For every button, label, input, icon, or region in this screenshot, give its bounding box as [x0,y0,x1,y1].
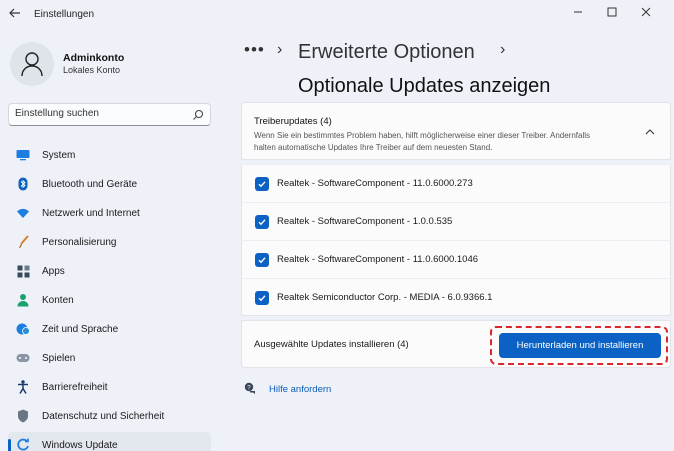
chevron-right-icon: › [277,41,283,58]
minimize-button[interactable] [566,4,590,24]
breadcrumb-link-advanced-options[interactable]: Erweiterte Optionen [298,41,475,64]
breadcrumb-overflow-button[interactable]: ••• [244,40,265,60]
driver-update-item[interactable]: Realtek Semiconductor Corp. - MEDIA - 6.… [241,278,671,316]
bluetooth-icon [16,177,30,191]
driver-checkbox[interactable] [255,177,269,191]
maximize-button[interactable] [600,4,624,24]
sidebar: Adminkonto Lokales Konto System Bluetoot… [0,30,226,451]
driver-label: Realtek - SoftwareComponent - 11.0.6000.… [277,178,473,189]
sidebar-item-label: Konten [42,295,74,306]
driver-update-item[interactable]: Realtek - SoftwareComponent - 11.0.6000.… [241,240,671,278]
sidebar-item-label: Windows Update [42,440,118,451]
help-link[interactable]: ? Hilfe anfordern [244,381,384,397]
help-label: Hilfe anfordern [269,384,332,395]
driver-label: Realtek Semiconductor Corp. - MEDIA - 6.… [277,292,493,303]
back-arrow-icon[interactable] [8,6,24,22]
download-install-button[interactable]: Herunterladen und installieren [499,333,661,358]
active-indicator [8,439,11,451]
sidebar-item-label: Spielen [42,353,76,364]
driver-label: Realtek - SoftwareComponent - 1.0.0.535 [277,216,453,227]
checkmark-icon [258,181,266,188]
monitor-icon [16,148,30,162]
sidebar-item-accounts[interactable]: Konten [8,287,211,313]
driver-checkbox[interactable] [255,291,269,305]
driver-label: Realtek - SoftwareComponent - 11.0.6000.… [277,254,479,265]
sidebar-item-windows-update[interactable]: Windows Update [8,432,211,451]
sidebar-item-bluetooth[interactable]: Bluetooth und Geräte [8,171,211,197]
search-icon[interactable] [192,108,204,120]
sidebar-item-system[interactable]: System [8,142,211,168]
brush-icon [16,235,30,249]
driver-update-item[interactable]: Realtek - SoftwareComponent - 11.0.6000.… [241,164,671,202]
person-icon [16,293,30,307]
install-selected-row: Ausgewählte Updates installieren (4) Her… [241,320,671,368]
chevron-right-icon: › [500,41,506,58]
driver-updates-expander[interactable]: Treiberupdates (4) Wenn Sie ein bestimmt… [241,102,671,160]
search-input[interactable] [15,108,185,119]
sidebar-item-label: Personalisierung [42,237,117,248]
sidebar-item-time-language[interactable]: Zeit und Sprache [8,316,211,342]
sidebar-item-network[interactable]: Netzwerk und Internet [8,200,211,226]
wifi-icon [16,206,30,220]
driver-checkbox[interactable] [255,215,269,229]
sidebar-item-label: Apps [42,266,65,277]
avatar[interactable] [10,42,54,86]
account-type: Lokales Konto [63,65,121,75]
person-icon [21,52,43,77]
sidebar-item-label: Netzwerk und Internet [42,208,140,219]
sidebar-item-privacy[interactable]: Datenschutz und Sicherheit [8,403,211,429]
search-box[interactable] [8,103,211,126]
sidebar-item-accessibility[interactable]: Barrierefreiheit [8,374,211,400]
shield-icon [16,409,30,423]
help-chat-icon: ? [244,382,257,395]
apps-icon [16,264,30,278]
checkmark-icon [258,257,266,264]
checkmark-icon [258,219,266,226]
sidebar-item-label: Bluetooth und Geräte [42,179,138,190]
accessibility-icon [16,380,30,394]
sidebar-item-apps[interactable]: Apps [8,258,211,284]
page-title: Optionale Updates anzeigen [298,75,551,97]
gamepad-icon [16,351,30,365]
checkmark-icon [258,295,266,302]
install-selected-label: Ausgewählte Updates installieren (4) [254,339,409,350]
title-bar: Einstellungen [0,0,674,30]
driver-updates-description: Wenn Sie ein bestimmtes Problem haben, h… [254,131,591,152]
globe-clock-icon [16,322,30,336]
chevron-up-icon[interactable] [644,125,658,139]
close-button[interactable] [634,4,658,24]
app-title: Einstellungen [34,9,95,20]
sidebar-item-label: Zeit und Sprache [42,324,119,335]
sidebar-item-label: Barrierefreiheit [42,382,108,393]
sidebar-item-personalization[interactable]: Personalisierung [8,229,211,255]
sidebar-item-label: Datenschutz und Sicherheit [42,411,165,422]
sidebar-item-gaming[interactable]: Spielen [8,345,211,371]
update-icon [16,438,30,451]
driver-update-item[interactable]: Realtek - SoftwareComponent - 1.0.0.535 [241,202,671,240]
driver-updates-title: Treiberupdates (4) [254,116,332,127]
sidebar-item-label: System [42,150,76,161]
user-name: Adminkonto [63,52,125,64]
driver-checkbox[interactable] [255,253,269,267]
